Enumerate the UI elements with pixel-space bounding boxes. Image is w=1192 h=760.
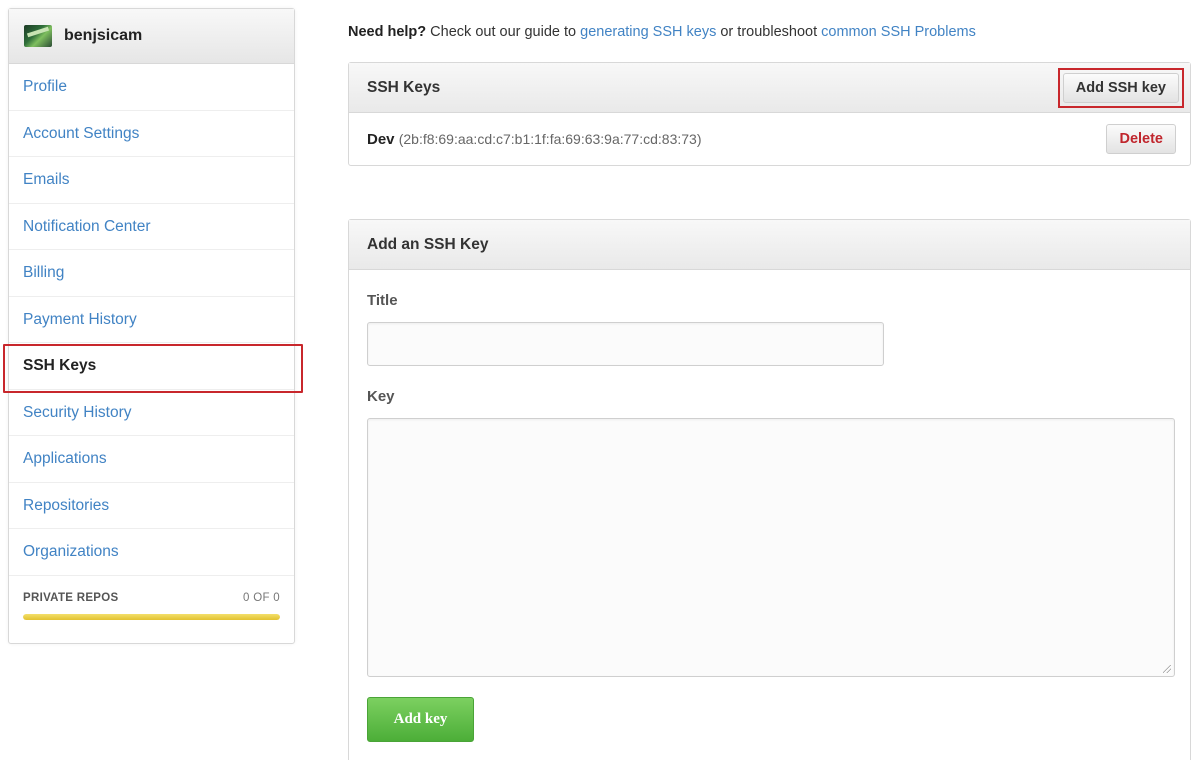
sidebar-item-security-history[interactable]: Security History — [9, 390, 294, 436]
user-avatar-icon — [24, 25, 52, 47]
sidebar-item-notification-center[interactable]: Notification Center — [9, 204, 294, 250]
add-ssh-key-button[interactable]: Add SSH key — [1062, 72, 1179, 103]
settings-nav: Profile Account Settings Emails Notifica… — [3, 64, 303, 576]
sidebar-header: benjsicam — [9, 9, 294, 64]
ssh-keys-box: SSH Keys Add SSH key Dev (2b:f8:69:aa:cd… — [348, 62, 1191, 166]
help-lead: Need help? — [348, 24, 427, 40]
key-textarea[interactable] — [367, 418, 1175, 677]
generating-ssh-keys-link[interactable]: generating SSH keys — [580, 24, 716, 40]
sidebar-item-organizations[interactable]: Organizations — [9, 529, 294, 576]
sidebar-item-applications[interactable]: Applications — [9, 436, 294, 483]
help-line: Need help? Check out our guide to genera… — [348, 24, 976, 40]
sidebar-item-payment-history[interactable]: Payment History — [9, 297, 294, 343]
private-repos-section: PRIVATE REPOS 0 OF 0 — [9, 576, 294, 620]
add-ssh-key-form: Title Key Add key — [349, 292, 1190, 742]
delete-ssh-key-button[interactable]: Delete — [1106, 124, 1176, 154]
settings-sidebar: benjsicam Profile Account Settings Email… — [3, 8, 303, 644]
add-ssh-key-header: Add an SSH Key — [349, 220, 1190, 270]
title-label: Title — [367, 292, 398, 309]
private-repos-row: PRIVATE REPOS 0 OF 0 — [23, 592, 280, 604]
add-ssh-key-highlight: Add SSH key — [1057, 67, 1184, 108]
private-repos-count: 0 OF 0 — [243, 591, 280, 604]
sidebar-item-ssh-keys[interactable]: SSH Keys — [3, 343, 303, 393]
private-repos-usage-bar — [23, 613, 280, 620]
ssh-key-row: Dev (2b:f8:69:aa:cd:c7:b1:1f:fa:69:63:9a… — [349, 113, 1190, 165]
sidebar-item-emails[interactable]: Emails — [9, 157, 294, 204]
add-ssh-key-title: Add an SSH Key — [367, 235, 489, 253]
sidebar-item-repositories[interactable]: Repositories — [9, 483, 294, 529]
add-ssh-key-box: Add an SSH Key Title Key Add key — [348, 219, 1191, 760]
private-repos-usage-fill — [23, 613, 280, 620]
add-key-button[interactable]: Add key — [367, 697, 474, 742]
key-label: Key — [367, 388, 395, 405]
sidebar-item-billing[interactable]: Billing — [9, 250, 294, 297]
private-repos-label: PRIVATE REPOS — [23, 591, 119, 604]
common-ssh-problems-link[interactable]: common SSH Problems — [821, 24, 976, 40]
help-text-1: Check out our guide to — [426, 24, 581, 40]
username: benjsicam — [64, 27, 143, 44]
ssh-keys-title: SSH Keys — [367, 78, 441, 96]
sidebar-item-account-settings[interactable]: Account Settings — [9, 111, 294, 157]
ssh-key-name: Dev — [367, 130, 395, 148]
title-input[interactable] — [367, 322, 884, 366]
sidebar-item-profile[interactable]: Profile — [9, 64, 294, 111]
ssh-key-fingerprint: (2b:f8:69:aa:cd:c7:b1:1f:fa:69:63:9a:77:… — [398, 130, 702, 147]
ssh-keys-header: SSH Keys Add SSH key — [349, 63, 1190, 113]
ssh-key-info: Dev (2b:f8:69:aa:cd:c7:b1:1f:fa:69:63:9a… — [367, 131, 701, 148]
resize-grip-icon[interactable] — [1163, 665, 1171, 673]
help-text-2: or troubleshoot — [716, 24, 822, 40]
